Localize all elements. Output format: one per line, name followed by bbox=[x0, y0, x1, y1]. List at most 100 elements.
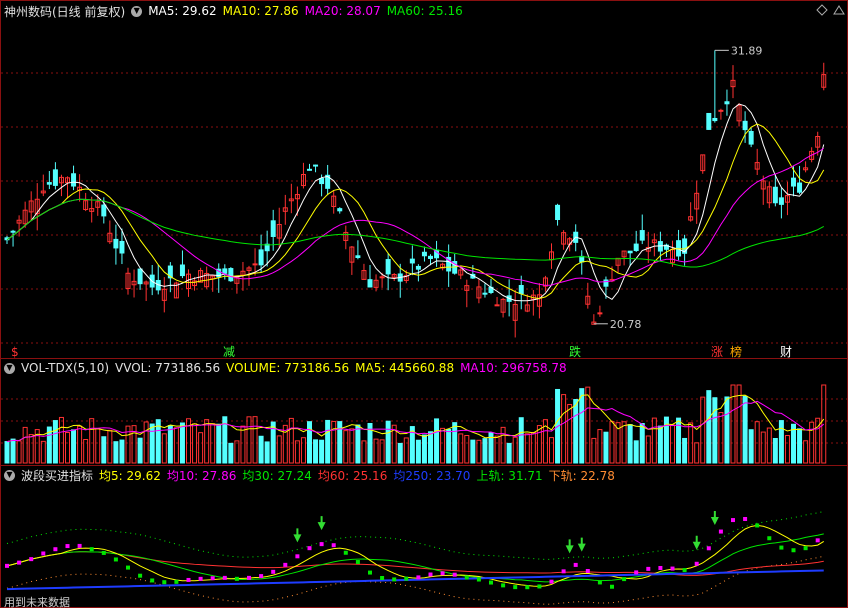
wave-dot bbox=[694, 561, 699, 566]
candle-body bbox=[228, 268, 234, 282]
candle-body bbox=[712, 117, 718, 122]
volume-bar bbox=[149, 423, 155, 464]
volume-bar bbox=[609, 421, 615, 464]
volume-bar bbox=[651, 417, 657, 464]
volume-bar bbox=[736, 384, 742, 464]
wave-dot bbox=[658, 565, 663, 570]
wave-dot bbox=[803, 546, 808, 551]
candle-body bbox=[718, 109, 724, 112]
chevron-down-icon[interactable]: ▼ bbox=[131, 5, 143, 17]
ma5-label: MA5: 29.62 bbox=[148, 4, 217, 18]
wave-dot bbox=[537, 584, 542, 589]
indicator-chart[interactable] bbox=[1, 484, 847, 608]
candle-body bbox=[313, 164, 319, 167]
event-marker: 财 bbox=[780, 345, 792, 359]
volume-bar bbox=[264, 441, 270, 464]
volume-bar bbox=[385, 420, 391, 464]
ma60-label: MA60: 25.16 bbox=[386, 4, 463, 18]
volume-bar bbox=[276, 435, 282, 464]
volume-bar bbox=[754, 421, 760, 464]
volume-bar bbox=[567, 404, 573, 464]
volume-bar bbox=[694, 442, 700, 464]
volume-bar bbox=[204, 419, 210, 464]
candle-body bbox=[409, 258, 415, 264]
volume-chart[interactable] bbox=[1, 377, 847, 465]
wave-dot bbox=[670, 566, 675, 571]
wave-dot bbox=[767, 536, 772, 541]
volume-bar bbox=[167, 425, 173, 464]
wave-dot bbox=[186, 577, 191, 582]
volume-bar bbox=[476, 439, 482, 464]
stock-chart-window: 神州数码(日线 前复权) ▼ MA5: 29.62 MA10: 27.86 MA… bbox=[0, 0, 848, 608]
wave-dot bbox=[755, 523, 760, 528]
volume-bar bbox=[518, 417, 524, 464]
volume-bar bbox=[331, 420, 337, 464]
candle-body bbox=[270, 220, 276, 237]
volume-bar bbox=[494, 435, 500, 464]
volume-bar bbox=[639, 423, 645, 464]
wave-dot bbox=[5, 563, 9, 568]
buy-arrow-icon bbox=[293, 528, 302, 543]
indicator-panel-header: ▼ 波段买进指标 均5: 29.62 均10: 27.86 均30: 27.24… bbox=[1, 466, 615, 484]
wave-dot bbox=[368, 570, 372, 575]
wave-dot bbox=[53, 547, 58, 552]
volume-bar bbox=[234, 440, 240, 464]
volume-bar bbox=[772, 437, 778, 464]
volume-bar bbox=[549, 437, 554, 464]
volume-bar bbox=[821, 384, 827, 464]
volume-bar bbox=[89, 418, 95, 464]
volume-bar bbox=[403, 437, 409, 464]
volume-bar bbox=[597, 429, 603, 464]
volume-bar bbox=[633, 440, 639, 464]
wave-dot bbox=[476, 577, 481, 582]
volume-bar bbox=[458, 433, 464, 464]
volume-label: VOLUME: 773186.56 bbox=[226, 361, 350, 375]
wave-dot bbox=[307, 546, 312, 551]
volume-bar bbox=[452, 422, 458, 464]
wave-dot bbox=[718, 529, 723, 534]
wave-dot bbox=[210, 576, 215, 581]
volume-bar bbox=[482, 438, 488, 464]
volume-bar bbox=[470, 439, 476, 464]
up-band-label: 上轨: 31.71 bbox=[476, 468, 543, 483]
event-marker: 减 bbox=[223, 345, 235, 359]
candle-body bbox=[319, 178, 325, 185]
volume-bar bbox=[107, 429, 113, 464]
volume-bar bbox=[258, 435, 264, 464]
chevron-down-icon[interactable]: ▼ bbox=[4, 362, 15, 374]
candle-body bbox=[639, 230, 645, 241]
volume-bar bbox=[579, 388, 585, 464]
volume-bar bbox=[294, 440, 300, 464]
candle-body bbox=[748, 130, 754, 145]
candle-body bbox=[772, 186, 778, 204]
vol-ma10-label: MA10: 296758.78 bbox=[460, 361, 567, 375]
ma10-label: MA10: 27.86 bbox=[222, 4, 299, 18]
price-chart[interactable]: 31.89 20.78 $ 减 跌 涨榜 财 bbox=[1, 19, 847, 359]
j60-label: 均60: 25.16 bbox=[317, 468, 388, 483]
volume-bar bbox=[440, 427, 446, 464]
volume-bar bbox=[657, 425, 663, 464]
diamond-icon[interactable] bbox=[816, 4, 828, 16]
triangle-icon[interactable] bbox=[833, 4, 845, 16]
volume-bar bbox=[434, 418, 440, 464]
candle-body bbox=[518, 285, 524, 295]
candle-body bbox=[778, 197, 784, 205]
wave-dot bbox=[89, 547, 94, 552]
volume-bar bbox=[349, 428, 355, 464]
candle-body bbox=[46, 182, 52, 185]
candle-body bbox=[791, 177, 796, 187]
candle-body bbox=[742, 120, 748, 131]
volume-bar bbox=[240, 425, 246, 464]
ma20-label: MA20: 28.07 bbox=[304, 4, 381, 18]
volume-bar bbox=[464, 435, 470, 464]
buy-arrow-icon bbox=[710, 510, 719, 525]
wave-dot bbox=[343, 550, 348, 555]
volume-bar bbox=[536, 425, 542, 464]
wave-dot bbox=[706, 546, 711, 551]
candle-body bbox=[355, 255, 361, 258]
chevron-down-icon[interactable]: ▼ bbox=[4, 469, 15, 481]
candle-body bbox=[137, 268, 143, 285]
volume-bar bbox=[325, 419, 331, 464]
volume-bar bbox=[101, 436, 107, 464]
volume-bar bbox=[246, 416, 252, 464]
